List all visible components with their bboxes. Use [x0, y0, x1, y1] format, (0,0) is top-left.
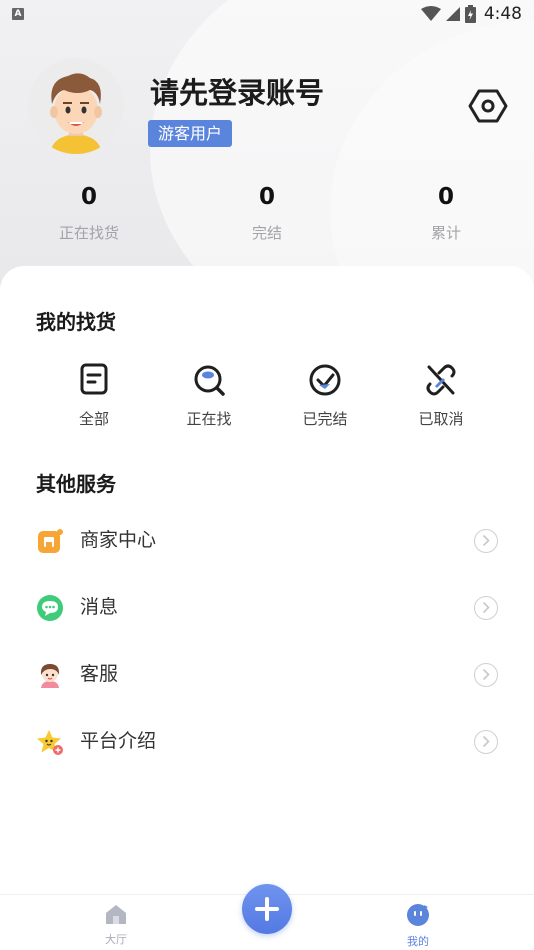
stat-label: 累计: [430, 224, 461, 242]
add-button[interactable]: [242, 884, 292, 934]
menu-item-merchant-center[interactable]: 商家中心: [0, 513, 534, 569]
quick-label: 全部: [78, 410, 109, 428]
stat-finished[interactable]: 0 完结: [207, 182, 327, 243]
chevron-right-icon: [474, 730, 498, 754]
cancel-link-icon: [426, 364, 456, 396]
chevron-right-icon: [474, 663, 498, 687]
plus-icon: [255, 897, 279, 921]
chevron-right-icon: [474, 596, 498, 620]
avatar-face-icon: [50, 73, 102, 154]
stat-value: 0: [258, 184, 275, 210]
menu-item-platform-intro[interactable]: 平台介绍: [0, 714, 534, 770]
stat-label: 正在找货: [58, 224, 119, 242]
avatar[interactable]: [28, 58, 124, 154]
stat-total[interactable]: 0 累计: [386, 182, 506, 243]
login-prompt-title[interactable]: 请先登录账号: [150, 70, 324, 112]
customer-service-icon: [40, 664, 60, 688]
tab-label: 我的: [407, 935, 429, 948]
wifi-icon: [420, 6, 441, 21]
profile-face-icon: [407, 904, 429, 926]
status-time: 4:48: [483, 4, 522, 24]
stats-row: 0 正在找货 0 完结 0 累计: [0, 182, 534, 244]
store-icon: [38, 529, 63, 553]
battery-icon: [464, 5, 476, 23]
check-circle-icon: [309, 364, 341, 396]
document-icon: [80, 363, 108, 395]
stat-value: 0: [437, 184, 454, 210]
menu-label: 客服: [80, 663, 119, 685]
quick-finished[interactable]: 已完结: [280, 360, 370, 429]
status-bar: A 4:48: [0, 0, 534, 28]
tab-hall[interactable]: 大厅: [86, 903, 146, 947]
chevron-right-icon: [474, 529, 498, 553]
tab-mine[interactable]: 我的: [388, 903, 448, 949]
section-title-my-search: 我的找货: [36, 310, 116, 334]
settings-button[interactable]: [466, 86, 510, 126]
stat-label: 完结: [251, 224, 282, 242]
menu-label: 平台介绍: [80, 730, 157, 752]
tab-label: 大厅: [105, 933, 127, 946]
star-icon: [37, 730, 63, 755]
home-icon: [106, 905, 126, 924]
quick-cancelled[interactable]: 已取消: [396, 360, 486, 429]
quick-searching[interactable]: 正在找: [164, 360, 254, 429]
quick-all[interactable]: 全部: [49, 360, 139, 429]
notification-indicator: A: [12, 8, 24, 20]
section-title-other-services: 其他服务: [36, 472, 116, 496]
menu-item-messages[interactable]: 消息: [0, 580, 534, 636]
menu-label: 商家中心: [80, 529, 157, 551]
search-icon: [194, 365, 225, 396]
menu-item-customer-service[interactable]: 客服: [0, 647, 534, 703]
quick-label: 已取消: [418, 410, 464, 428]
message-icon: [37, 595, 63, 621]
signal-icon: [445, 7, 460, 21]
stat-value: 0: [80, 184, 97, 210]
quick-label: 正在找: [186, 410, 232, 428]
settings-hexagon-icon: [468, 89, 508, 123]
menu-label: 消息: [80, 596, 119, 618]
stat-searching[interactable]: 0 正在找货: [29, 182, 149, 243]
quick-label: 已完结: [302, 410, 348, 428]
guest-badge: 游客用户: [148, 120, 233, 147]
